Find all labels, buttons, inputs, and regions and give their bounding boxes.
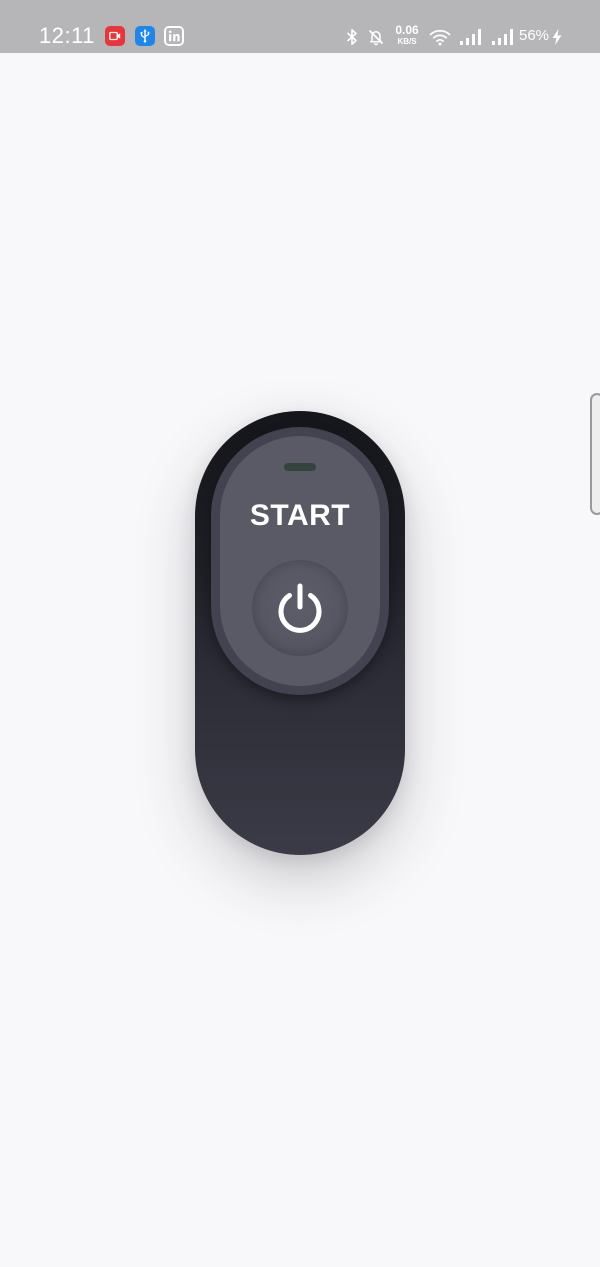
start-label: START bbox=[249, 499, 351, 532]
status-led bbox=[284, 463, 316, 471]
notifications-muted-icon bbox=[366, 26, 386, 48]
bluetooth-icon bbox=[344, 26, 360, 48]
network-speed-unit: KB/S bbox=[397, 37, 417, 46]
battery-level: 56% bbox=[519, 27, 550, 44]
wifi-icon bbox=[428, 26, 452, 48]
status-bar: 12:11 0.06 KB/S 56% bbox=[0, 0, 600, 53]
usb-icon bbox=[135, 26, 155, 46]
app-screen: 12:11 0.06 KB/S 56% START bbox=[0, 0, 600, 1267]
network-speed: 0.06 KB/S bbox=[393, 23, 421, 47]
status-time: 12:11 bbox=[39, 23, 95, 48]
linkedin-icon bbox=[164, 26, 184, 46]
signal-icon bbox=[490, 26, 516, 48]
side-panel-handle[interactable] bbox=[590, 393, 600, 515]
signal-icon bbox=[458, 26, 484, 48]
network-speed-value: 0.06 bbox=[395, 23, 419, 37]
power-icon bbox=[278, 583, 322, 633]
screen-record-icon bbox=[105, 26, 125, 46]
charging-icon bbox=[550, 26, 564, 48]
power-button[interactable] bbox=[252, 560, 348, 656]
